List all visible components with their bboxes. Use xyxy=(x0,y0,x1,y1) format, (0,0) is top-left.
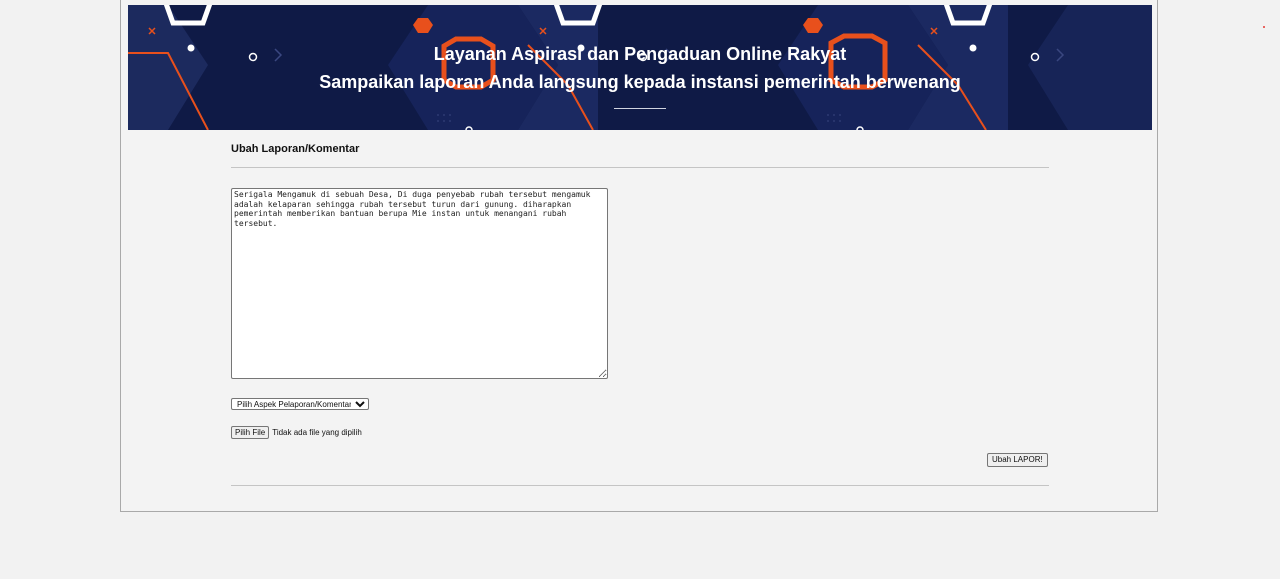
banner-divider xyxy=(614,108,666,109)
page-frame: Layanan Aspirasi dan Pengaduan Online Ra… xyxy=(120,0,1158,512)
file-upload: Pilih File Tidak ada file yang dipilih xyxy=(231,425,362,439)
file-status-text: Tidak ada file yang dipilih xyxy=(272,427,362,437)
submit-update-button[interactable]: Ubah LAPOR! xyxy=(987,453,1048,467)
banner-pattern xyxy=(128,5,1152,130)
aspect-select[interactable]: Pilih Aspek Pelaporan/Komentar xyxy=(231,398,369,410)
divider-bottom xyxy=(231,485,1049,486)
corner-dot xyxy=(1263,26,1265,28)
divider-top xyxy=(231,167,1049,168)
banner-title: Layanan Aspirasi dan Pengaduan Online Ra… xyxy=(433,44,847,64)
banner-hex-white-1 xyxy=(163,5,213,26)
form-heading: Ubah Laporan/Komentar xyxy=(231,143,360,155)
header-banner: Layanan Aspirasi dan Pengaduan Online Ra… xyxy=(128,5,1152,130)
banner-panel-far-right xyxy=(1028,5,1152,130)
banner-subtitle: Sampaikan laporan Anda langsung kepada i… xyxy=(319,72,961,92)
report-textarea[interactable]: Serigala Mengamuk di sebuah Desa, Di dug… xyxy=(231,188,608,379)
choose-file-button[interactable]: Pilih File xyxy=(231,425,270,439)
